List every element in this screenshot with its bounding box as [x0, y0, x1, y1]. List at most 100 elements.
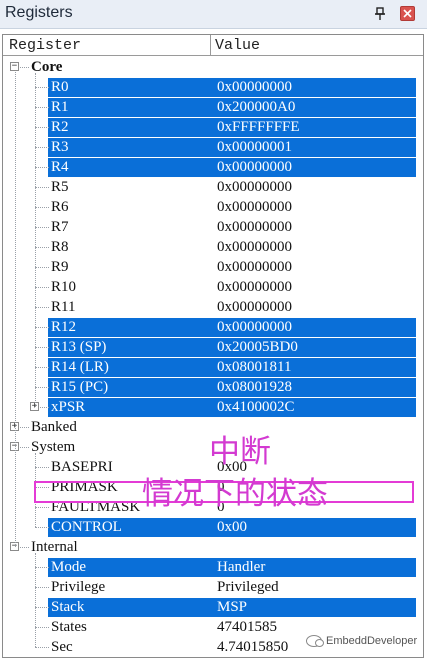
tree-row-r5[interactable]: R5 0x00000000 — [3, 177, 423, 197]
close-icon — [403, 9, 412, 18]
panel-title-bar: Registers — [0, 0, 427, 29]
register-name: BASEPRI — [51, 459, 113, 475]
tree-row-r1[interactable]: R1 0x200000A0 — [3, 97, 423, 117]
tree-row-r6[interactable]: R6 0x00000000 — [3, 197, 423, 217]
column-divider[interactable] — [210, 35, 211, 56]
register-name: System — [31, 439, 76, 455]
register-value: 0x00000000 — [217, 159, 292, 175]
wechat-logo-icon — [306, 635, 324, 647]
annotation-line-1: 中断 — [209, 434, 271, 470]
tree-row-control[interactable]: CONTROL 0x00 — [3, 517, 423, 537]
tree-row-r4[interactable]: R4 0x00000000 — [3, 157, 423, 177]
register-name: R9 — [51, 259, 69, 275]
tree-connector — [35, 247, 49, 248]
tree-connector — [35, 387, 49, 388]
register-value: 0x00000000 — [217, 179, 292, 195]
tree-connector — [35, 227, 49, 228]
register-name: R10 — [51, 279, 77, 295]
tree-row-r0[interactable]: R0 0x00000000 — [3, 77, 423, 97]
register-name: R1 — [51, 99, 69, 115]
tree-child-line — [35, 73, 36, 407]
register-value: 0x00000000 — [217, 299, 292, 315]
tree-row-r12[interactable]: R12 0x00000000 — [3, 317, 423, 337]
register-name: R6 — [51, 199, 69, 215]
register-name: Banked — [31, 419, 77, 435]
watermark: EmbeddDeveloper — [306, 632, 417, 650]
register-value: 0xFFFFFFFE — [217, 119, 300, 135]
register-value: 0x00000000 — [217, 319, 292, 335]
tree-root-line — [15, 72, 16, 547]
register-value: 0x200000A0 — [217, 99, 296, 115]
register-value: MSP — [217, 599, 248, 615]
register-name: R4 — [51, 159, 69, 175]
register-name: Privilege — [51, 579, 106, 595]
register-name: R13 (SP) — [51, 339, 107, 355]
register-name: States — [51, 619, 87, 635]
tree-connector — [35, 87, 49, 88]
tree-row-r2[interactable]: R2 0xFFFFFFFE — [3, 117, 423, 137]
register-name: R2 — [51, 119, 69, 135]
tree-connector — [35, 187, 49, 188]
tree-connector — [35, 507, 49, 508]
register-value: 0x00 — [217, 519, 247, 535]
column-header-register[interactable]: Register — [9, 37, 81, 54]
tree-row-r10[interactable]: R10 0x00000000 — [3, 277, 423, 297]
tree-row-r15[interactable]: R15 (PC) 0x08001928 — [3, 377, 423, 397]
tree-connector — [35, 467, 49, 468]
tree-connector — [35, 607, 49, 608]
tree-connector — [35, 147, 49, 148]
collapse-icon[interactable]: − — [10, 62, 19, 71]
register-value: 0x08001811 — [217, 359, 292, 375]
pin-icon — [375, 7, 385, 20]
tree-row-r3[interactable]: R3 0x00000001 — [3, 137, 423, 157]
tree-connector — [35, 367, 49, 368]
tree-row-privilege[interactable]: Privilege Privileged — [3, 577, 423, 597]
register-name: R0 — [51, 79, 69, 95]
tree-connector — [35, 307, 49, 308]
tree-row-r13[interactable]: R13 (SP) 0x20005BD0 — [3, 337, 423, 357]
tree-connector — [35, 347, 49, 348]
tree-row-core[interactable]: Core − — [3, 57, 423, 77]
watermark-text: EmbeddDeveloper — [326, 635, 418, 647]
tree-row-r9[interactable]: R9 0x00000000 — [3, 257, 423, 277]
tree-row-r7[interactable]: R7 0x00000000 — [3, 217, 423, 237]
register-value: Handler — [217, 559, 266, 575]
tree-row-xpsr[interactable]: xPSR 0x4100002C + — [3, 397, 423, 417]
tree-connector — [35, 287, 49, 288]
tree-connector — [35, 527, 49, 528]
tree-row-r8[interactable]: R8 0x00000000 — [3, 237, 423, 257]
register-value: 0x00000001 — [217, 139, 292, 155]
tree-row-mode[interactable]: Mode Handler — [3, 557, 423, 577]
column-header-value[interactable]: Value — [215, 37, 260, 54]
tree-connector — [35, 207, 49, 208]
register-value: 0x4100002C — [217, 399, 295, 415]
registers-tree-panel: Register Value Core − R0 0x00000000 R1 0x2000… — [2, 34, 424, 658]
tree-row-r14[interactable]: R14 (LR) 0x08001811 — [3, 357, 423, 377]
close-button[interactable] — [400, 6, 415, 21]
tree-connector — [35, 107, 49, 108]
tree-child-line — [35, 553, 36, 647]
pin-button[interactable] — [372, 6, 388, 22]
tree-row-internal[interactable]: Internal − — [3, 537, 423, 557]
register-value: 47401585 — [217, 619, 277, 635]
register-name: R11 — [51, 299, 76, 315]
register-name: R14 (LR) — [51, 359, 109, 375]
tree-connector — [35, 127, 49, 128]
tree-connector — [35, 587, 49, 588]
tree-row-r11[interactable]: R11 0x00000000 — [3, 297, 423, 317]
register-name: R12 — [51, 319, 77, 335]
register-value: 0x00000000 — [217, 219, 292, 235]
register-name: R8 — [51, 239, 69, 255]
register-value: 0x00000000 — [217, 279, 292, 295]
tree-connector — [35, 167, 49, 168]
tree-connector — [35, 647, 49, 648]
tree-row-stack[interactable]: Stack MSP — [3, 597, 423, 617]
annotation-line-2: 情况下的状态 — [142, 476, 328, 512]
tree-connector — [35, 327, 49, 328]
register-name: Mode — [51, 559, 86, 575]
register-value: Privileged — [217, 579, 279, 595]
tree-connector — [35, 567, 49, 568]
register-name: xPSR — [51, 399, 86, 415]
register-name: R3 — [51, 139, 69, 155]
register-value: 0x20005BD0 — [217, 339, 298, 355]
